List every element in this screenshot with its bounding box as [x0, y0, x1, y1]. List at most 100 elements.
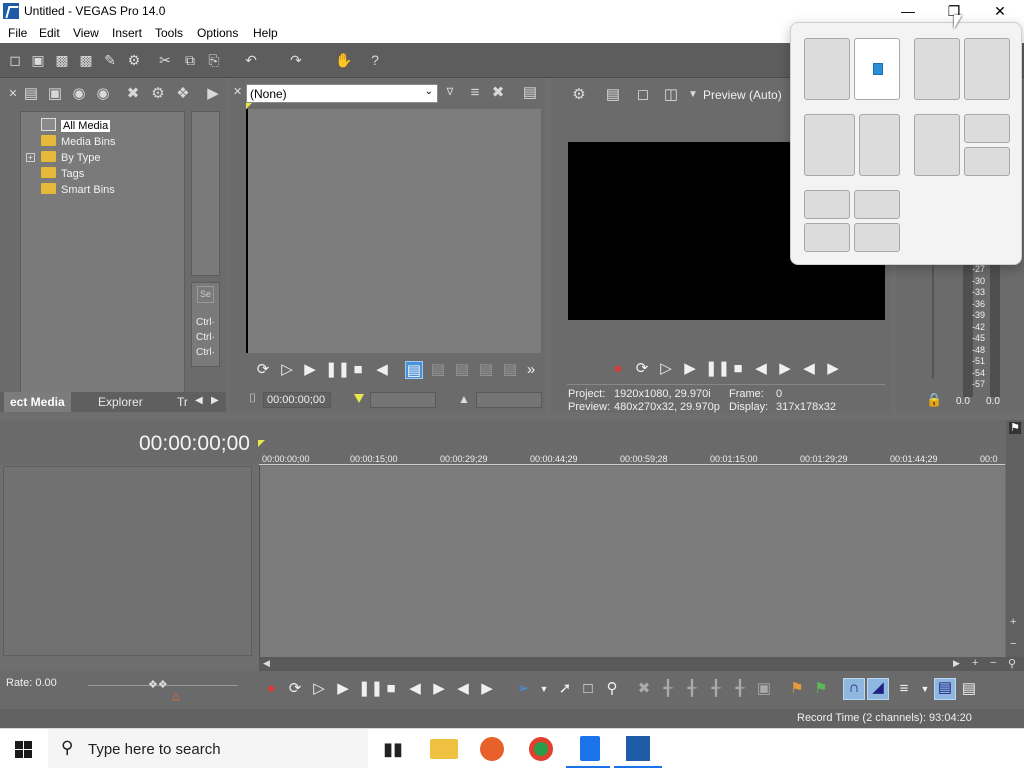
trimmer-display[interactable] [246, 103, 541, 353]
dropdown-arrow-icon[interactable]: ▼ [916, 680, 934, 698]
panel-close-icon[interactable]: ✕ [4, 85, 22, 103]
file-explorer-icon[interactable] [430, 739, 458, 759]
open-folder-icon[interactable]: ▣ [30, 52, 46, 68]
import-media-icon[interactable]: ▤ [22, 85, 40, 103]
clear-list-icon[interactable]: ≡ [466, 84, 484, 102]
pause-icon[interactable]: ❚❚ [705, 360, 730, 378]
snap-zone-bottom-right[interactable] [964, 147, 1010, 176]
copy-icon[interactable]: ⧉ [182, 52, 198, 68]
undo-icon[interactable]: ↶ [243, 52, 259, 68]
insert-marker-icon[interactable]: ⚑ [788, 680, 806, 698]
go-to-start-icon[interactable]: ◀ [406, 680, 424, 698]
normal-edit-tool-icon[interactable]: ➢ [514, 680, 532, 698]
menu-insert[interactable]: Insert [112, 26, 142, 40]
snap-zone-three-col-right[interactable] [859, 114, 900, 176]
next-frame-icon[interactable]: ▶ [824, 360, 842, 378]
menu-options[interactable]: Options [197, 26, 238, 40]
plugin-chain-icon[interactable]: ❖ [174, 85, 192, 103]
external-monitor-icon[interactable]: ▤ [604, 86, 622, 104]
menu-help[interactable]: Help [253, 26, 278, 40]
get-photo-icon[interactable]: ◉ [70, 85, 88, 103]
fit-icon[interactable]: ▤ [453, 361, 471, 379]
zoom-in-icon[interactable]: + [1010, 616, 1016, 628]
tab-scroll-left-icon[interactable]: ◀ [195, 395, 203, 406]
insert-to-timeline-icon[interactable]: ▤ [405, 361, 423, 379]
panel-close-icon[interactable]: ✕ [233, 85, 242, 98]
cut-icon[interactable]: ✂ [157, 52, 173, 68]
tab-transitions[interactable]: Tr [177, 395, 188, 409]
web-globe-icon[interactable]: ◉ [94, 85, 112, 103]
play-icon[interactable]: ▶ [681, 360, 699, 378]
snap-zone-two-thirds-left[interactable] [914, 38, 960, 100]
lock-icon[interactable]: ▣ [755, 680, 773, 698]
timeline-area[interactable] [259, 466, 1005, 657]
play-from-start-icon[interactable]: ▷ [657, 360, 675, 378]
play-from-start-icon[interactable]: ▷ [310, 680, 328, 698]
snapping-magnet-icon[interactable]: ∩ [843, 678, 865, 700]
render-icon[interactable]: ✎ [102, 52, 118, 68]
minimize-button[interactable]: — [885, 0, 931, 23]
ripple-edit-icon[interactable]: ≡ [895, 680, 913, 698]
loop-playback-icon[interactable]: ⟳ [254, 361, 272, 379]
zoom-tool-icon[interactable]: ⚲ [1008, 657, 1016, 670]
properties-gear-icon[interactable]: ⚙ [126, 52, 142, 68]
snap-zone-third-right[interactable] [964, 38, 1010, 100]
fader-track[interactable] [932, 259, 934, 379]
play-icon[interactable]: ▶ [334, 680, 352, 698]
loop-playback-icon[interactable]: ⟳ [633, 360, 651, 378]
overlays-icon[interactable]: ◫ [662, 86, 680, 104]
trim-start-icon[interactable]: ╉ [683, 680, 701, 698]
menu-tools[interactable]: Tools [155, 26, 183, 40]
snap-zone-top-right[interactable] [964, 114, 1010, 143]
snap-zone-left-main[interactable] [914, 114, 960, 176]
envelope-tool-icon[interactable]: ➚ [556, 680, 574, 698]
media-properties-gear-icon[interactable]: ⚙ [149, 85, 167, 103]
tab-scroll-right-icon[interactable]: ▶ [211, 395, 219, 406]
tree-item-all-media[interactable]: All Media [41, 118, 111, 134]
snap-zone-half-left[interactable] [804, 38, 850, 100]
record-icon[interactable]: ● [262, 680, 280, 698]
remove-media-icon[interactable]: ✖ [124, 85, 142, 103]
scroll-left-icon[interactable]: ◀ [263, 658, 270, 669]
zoom-in-icon[interactable]: + [972, 657, 978, 669]
auto-crossfade-icon[interactable]: ◢ [867, 678, 889, 700]
save-as-icon[interactable]: ▩ [78, 52, 94, 68]
menu-file[interactable]: File [8, 26, 27, 40]
tree-item-tags[interactable]: Tags [41, 166, 84, 182]
dropdown-arrow-icon[interactable]: ▼ [684, 86, 702, 104]
out-point-icon[interactable]: ▲ [458, 392, 470, 406]
trimmer-options-icon[interactable]: ▤ [521, 84, 539, 102]
snap-zone-quad-bottom-right[interactable] [854, 223, 900, 252]
preview-properties-gear-icon[interactable]: ⚙ [570, 86, 588, 104]
capture-video-icon[interactable]: ▣ [46, 85, 64, 103]
more-chevron-icon[interactable]: » [522, 361, 540, 379]
dropdown-arrow-icon[interactable]: ▼ [535, 680, 553, 698]
split-icon[interactable]: ╉ [731, 680, 749, 698]
tree-item-smart-bins[interactable]: Smart Bins [41, 182, 115, 198]
new-file-icon[interactable]: ◻ [7, 52, 23, 68]
stop-icon[interactable]: ■ [382, 680, 400, 698]
add-to-end-icon[interactable]: ▤ [501, 361, 519, 379]
snap-zone-quad-top-left[interactable] [804, 190, 850, 219]
trim-icon[interactable]: ╉ [659, 680, 677, 698]
loop-playback-icon[interactable]: ⟳ [286, 680, 304, 698]
task-view-icon[interactable]: ▮▮ [379, 735, 407, 763]
zoom-out-icon[interactable]: − [990, 657, 996, 669]
snap-zone-quad-bottom-left[interactable] [804, 223, 850, 252]
tab-project-media[interactable]: ect Media [4, 392, 71, 412]
firefox-icon[interactable] [480, 737, 504, 761]
lock-envelopes-icon[interactable]: ▤ [934, 678, 956, 700]
overwrite-icon[interactable]: ▤ [429, 361, 447, 379]
expand-plus-icon[interactable]: + [26, 153, 35, 162]
tree-item-by-type[interactable]: + By Type [26, 150, 101, 166]
go-to-start-icon[interactable]: ◀ [373, 361, 391, 379]
ignore-grouping-icon[interactable]: ▤ [960, 680, 978, 698]
go-to-end-icon[interactable]: ▶ [776, 360, 794, 378]
scroll-right-icon[interactable]: ▶ [953, 658, 960, 669]
snap-zone-quad-top-right[interactable] [854, 190, 900, 219]
tab-explorer[interactable]: Explorer [98, 395, 143, 409]
marker-flag-icon[interactable]: ⚑ [1009, 422, 1021, 434]
whats-this-help-icon[interactable]: ? [367, 52, 383, 68]
insert-region-icon[interactable]: ⚑ [812, 680, 830, 698]
expand-arrow-icon[interactable]: ▶ [204, 85, 222, 103]
